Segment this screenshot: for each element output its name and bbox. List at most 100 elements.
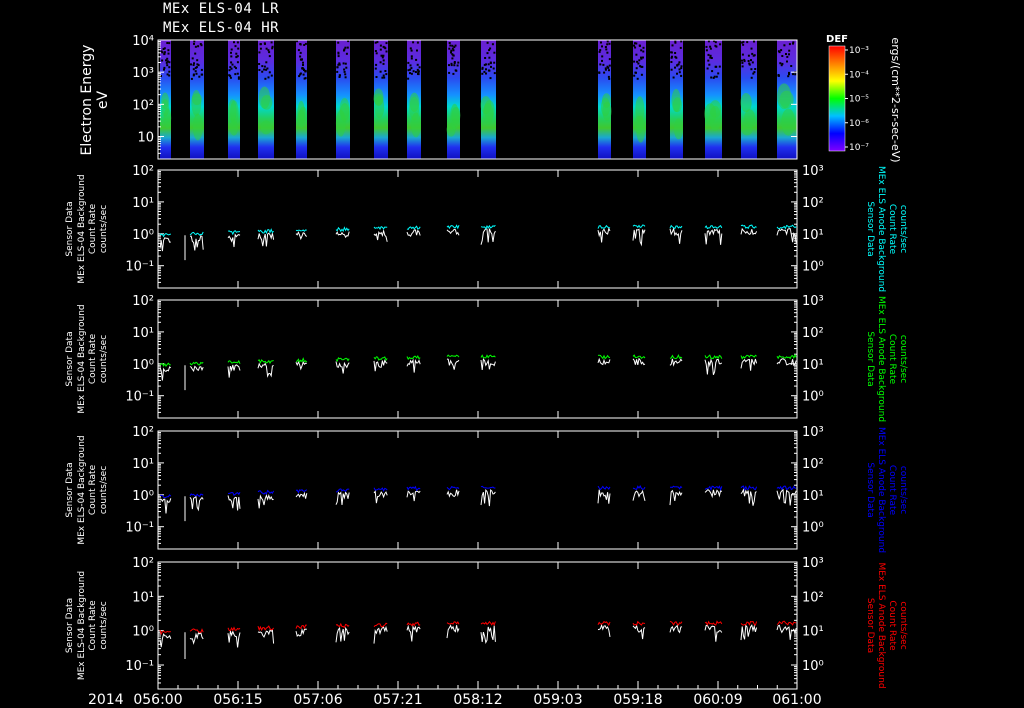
spectrogram-speckle	[344, 73, 347, 76]
spectrogram-speckle	[637, 62, 640, 65]
spectrogram-speckle	[301, 67, 304, 69]
spectrogram-core	[636, 115, 646, 143]
spectrogram-speckle	[636, 77, 639, 80]
spectrogram-speckle	[633, 60, 636, 63]
spectrogram-speckle	[263, 42, 266, 45]
left-axis-label: MEx ELS-04 Background	[77, 174, 87, 283]
spectrogram-speckle	[336, 70, 339, 73]
spectrogram-speckle	[374, 41, 377, 44]
right-axis-label: counts/sec	[898, 601, 908, 649]
spectrogram-speckle	[634, 42, 636, 45]
spectrogram-speckle	[448, 64, 450, 67]
spectrogram-speckle	[709, 45, 712, 48]
right-axis-label: MEx ELS Anode Background	[876, 562, 886, 688]
right-tick-label: 10³	[802, 164, 824, 179]
spectrogram-speckle	[777, 50, 780, 53]
spectrogram-speckle	[229, 76, 232, 79]
spectrogram-speckle	[259, 43, 262, 46]
spectrogram-speckle	[410, 55, 413, 58]
spectrogram-speckle	[676, 64, 679, 67]
spectrogram-speckle	[343, 49, 345, 52]
spectrogram-speckle	[785, 53, 787, 55]
spectrogram-speckle	[235, 52, 238, 55]
spectrogram-speckle	[488, 69, 491, 72]
x-tick-label: 060:09	[693, 692, 742, 708]
spectrogram-speckle	[338, 63, 341, 66]
spectrogram-speckle	[707, 53, 710, 56]
spectrogram-speckle	[381, 76, 384, 79]
right-tick-label: 10²	[802, 457, 824, 472]
spectrogram-speckle	[270, 74, 273, 77]
spectrogram-speckle	[165, 61, 168, 64]
spectrogram-speckle	[712, 76, 715, 79]
spectrogram-speckle	[383, 46, 386, 49]
spectrogram-speckle	[266, 67, 269, 70]
spectrogram-speckle	[336, 66, 339, 69]
spectrogram-speckle	[267, 49, 270, 52]
spectrogram-speckle	[783, 44, 786, 47]
spectrogram-core	[409, 96, 420, 121]
spectrogram-speckle	[674, 52, 677, 54]
spectrogram-core	[258, 86, 271, 109]
spectrogram-core	[192, 93, 202, 106]
spectrogram-speckle	[299, 43, 302, 45]
spectrogram-core	[260, 120, 272, 135]
colorbar	[828, 45, 846, 152]
left-tick-label: 10⁰	[132, 358, 154, 373]
spectrogram-core	[482, 103, 494, 125]
spectrogram-speckle	[344, 46, 347, 49]
right-tick-label: 10³	[802, 556, 824, 571]
spectrogram-speckle	[375, 76, 378, 78]
left-axis-label: Sensor Data	[65, 462, 75, 517]
spectrogram-speckle	[379, 61, 382, 64]
spectrogram-speckle	[258, 63, 261, 65]
spectrogram-speckle	[410, 57, 413, 60]
spectrogram-speckle	[234, 73, 237, 76]
spectrogram-speckle	[454, 44, 457, 47]
spectrogram-speckle	[753, 54, 756, 57]
right-tick-label: 10³	[802, 294, 824, 309]
spectrogram-speckle	[638, 59, 641, 62]
spectrogram-speckle	[374, 67, 377, 70]
spectrogram-speckle	[265, 47, 268, 50]
spectrogram-speckle	[382, 74, 385, 77]
spectrogram-speckle	[338, 74, 341, 77]
spectrogram-speckle	[448, 71, 451, 74]
spectrogram-speckle	[671, 44, 674, 47]
spectrogram-speckle	[674, 41, 677, 44]
right-axis-label: Sensor Data	[865, 331, 875, 386]
spectrogram-speckle	[638, 44, 641, 47]
spectrogram-speckle	[603, 71, 606, 74]
spectrogram-speckle	[383, 76, 386, 79]
spectrogram-speckle	[165, 59, 167, 62]
spectrogram-speckle	[304, 77, 307, 80]
right-axis-label: counts/sec	[898, 335, 908, 383]
spectrogram-speckle	[271, 45, 274, 48]
spectrogram-speckle	[599, 49, 602, 52]
spectrogram-speckle	[788, 43, 791, 46]
right-axis-label: Count Rate	[887, 465, 897, 516]
left-axis-label: MEx ELS-04 Background	[77, 571, 87, 680]
left-tick-label: 10⁻¹	[125, 659, 154, 674]
left-axis-label: Count Rate	[88, 464, 98, 515]
spectrogram-speckle	[754, 68, 757, 70]
spectrogram-speckle	[163, 66, 166, 69]
spectrogram-speckle	[707, 59, 710, 62]
spectrogram-speckle	[409, 72, 411, 75]
right-axis-label: counts/sec	[898, 466, 908, 514]
spectrogram-core	[781, 108, 796, 136]
spectrogram-speckle	[374, 50, 377, 52]
spectrogram-speckle	[711, 70, 714, 73]
spectrogram-speckle	[194, 52, 197, 55]
right-axis-label: MEx ELS Anode Background	[876, 427, 886, 553]
spectrogram-speckle	[166, 64, 169, 67]
right-tick-label: 10²	[802, 590, 824, 605]
spectrogram-speckle	[493, 72, 496, 75]
spectrogram-speckle	[642, 50, 645, 53]
spectrogram-core	[744, 109, 756, 128]
spectrogram-speckle	[304, 70, 307, 73]
right-tick-label: 10¹	[802, 489, 824, 504]
spectrogram-speckle	[192, 73, 195, 76]
spectrogram-speckle	[680, 65, 683, 68]
spectrogram-speckle	[337, 55, 340, 58]
